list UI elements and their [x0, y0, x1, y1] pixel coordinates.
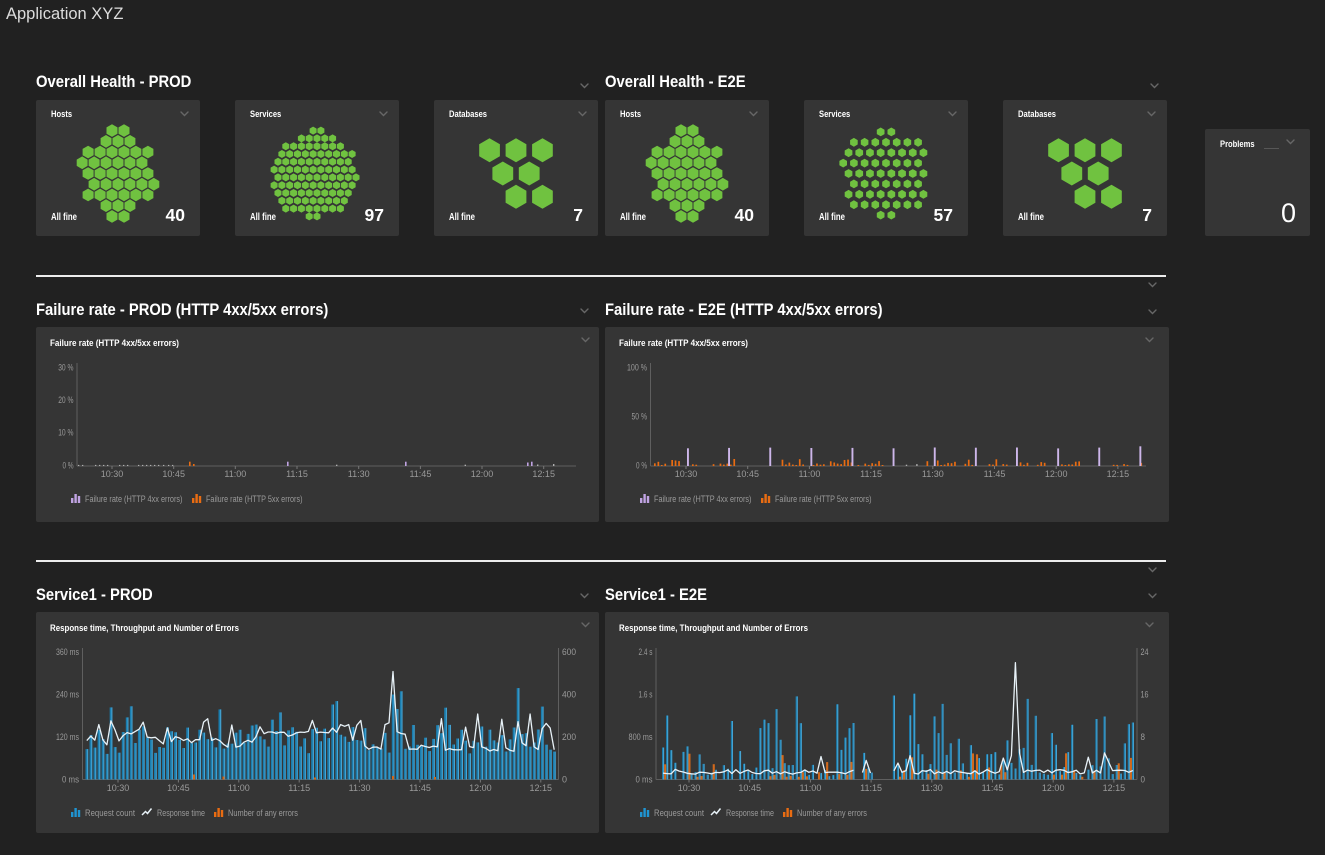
svg-text:11:30: 11:30	[922, 469, 944, 479]
svg-text:11:15: 11:15	[288, 783, 310, 793]
svg-text:0 %: 0 %	[63, 461, 74, 471]
svg-text:Failure rate (HTTP 5xx errors): Failure rate (HTTP 5xx errors)	[206, 494, 303, 504]
svg-text:Response time, Throughput and: Response time, Throughput and Number of …	[50, 623, 239, 634]
svg-text:240 ms: 240 ms	[56, 690, 79, 700]
svg-text:50 %: 50 %	[632, 412, 648, 422]
svg-text:Failure rate (HTTP 5xx errors): Failure rate (HTTP 5xx errors)	[775, 494, 872, 504]
svg-text:10 %: 10 %	[58, 428, 73, 438]
svg-text:10:45: 10:45	[738, 783, 761, 793]
svg-text:11:00: 11:00	[224, 469, 246, 479]
svg-text:11:15: 11:15	[286, 469, 308, 479]
svg-text:11:30: 11:30	[348, 469, 370, 479]
svg-text:10:30: 10:30	[675, 469, 698, 479]
svg-text:Failure rate (HTTP 4xx/5xx err: Failure rate (HTTP 4xx/5xx errors)	[619, 338, 748, 349]
svg-text:30 %: 30 %	[58, 363, 73, 373]
svg-text:20 %: 20 %	[58, 395, 73, 405]
svg-text:120 ms: 120 ms	[56, 732, 79, 742]
svg-text:11:45: 11:45	[982, 783, 1004, 793]
svg-text:24: 24	[1141, 647, 1149, 657]
svg-text:Response time: Response time	[726, 808, 774, 818]
svg-text:11:00: 11:00	[798, 469, 820, 479]
svg-text:11:15: 11:15	[860, 783, 882, 793]
svg-text:360 ms: 360 ms	[56, 647, 79, 657]
svg-text:11:30: 11:30	[921, 783, 943, 793]
svg-text:0: 0	[562, 775, 567, 785]
svg-text:800 ms: 800 ms	[629, 732, 653, 742]
svg-text:0 %: 0 %	[636, 461, 647, 471]
svg-text:11:00: 11:00	[799, 783, 821, 793]
svg-text:Request count: Request count	[85, 808, 135, 818]
svg-text:0 ms: 0 ms	[636, 775, 653, 785]
svg-text:12:00: 12:00	[471, 469, 494, 479]
svg-text:10:45: 10:45	[736, 469, 759, 479]
svg-text:400: 400	[562, 690, 576, 700]
svg-text:600: 600	[562, 647, 576, 657]
svg-text:11:30: 11:30	[349, 783, 371, 793]
svg-text:11:45: 11:45	[409, 469, 431, 479]
svg-text:12:15: 12:15	[532, 469, 555, 479]
svg-text:11:45: 11:45	[984, 469, 1006, 479]
svg-text:Number of any errors: Number of any errors	[797, 808, 867, 818]
svg-text:10:30: 10:30	[678, 783, 701, 793]
svg-text:Request count: Request count	[654, 808, 704, 818]
svg-text:10:45: 10:45	[167, 783, 190, 793]
svg-text:1.6 s: 1.6 s	[639, 690, 653, 700]
svg-text:100 %: 100 %	[627, 363, 647, 373]
svg-text:Failure rate (HTTP 4xx errors): Failure rate (HTTP 4xx errors)	[654, 494, 752, 504]
svg-text:12:15: 12:15	[1103, 783, 1126, 793]
svg-text:10:30: 10:30	[107, 783, 130, 793]
svg-text:11:00: 11:00	[228, 783, 250, 793]
svg-text:10:30: 10:30	[101, 469, 124, 479]
svg-text:Failure rate (HTTP 4xx/5xx err: Failure rate (HTTP 4xx/5xx errors)	[50, 338, 179, 349]
svg-text:11:15: 11:15	[860, 469, 882, 479]
svg-text:Number of any errors: Number of any errors	[228, 808, 298, 818]
svg-text:12:15: 12:15	[1107, 469, 1130, 479]
svg-text:Failure rate (HTTP 4xx errors): Failure rate (HTTP 4xx errors)	[85, 494, 183, 504]
svg-text:8: 8	[1141, 732, 1146, 742]
svg-text:200: 200	[562, 732, 576, 742]
svg-text:12:00: 12:00	[1045, 469, 1068, 479]
svg-text:12:00: 12:00	[1042, 783, 1065, 793]
svg-text:Response time: Response time	[157, 808, 205, 818]
svg-text:12:15: 12:15	[530, 783, 553, 793]
svg-text:10:45: 10:45	[162, 469, 185, 479]
svg-text:16: 16	[1141, 690, 1149, 700]
svg-text:0: 0	[1141, 775, 1146, 785]
svg-text:11:45: 11:45	[409, 783, 431, 793]
svg-text:Response time, Throughput and: Response time, Throughput and Number of …	[619, 623, 808, 634]
svg-text:2.4 s: 2.4 s	[639, 647, 653, 657]
svg-text:0 ms: 0 ms	[62, 775, 79, 785]
svg-text:12:00: 12:00	[469, 783, 492, 793]
